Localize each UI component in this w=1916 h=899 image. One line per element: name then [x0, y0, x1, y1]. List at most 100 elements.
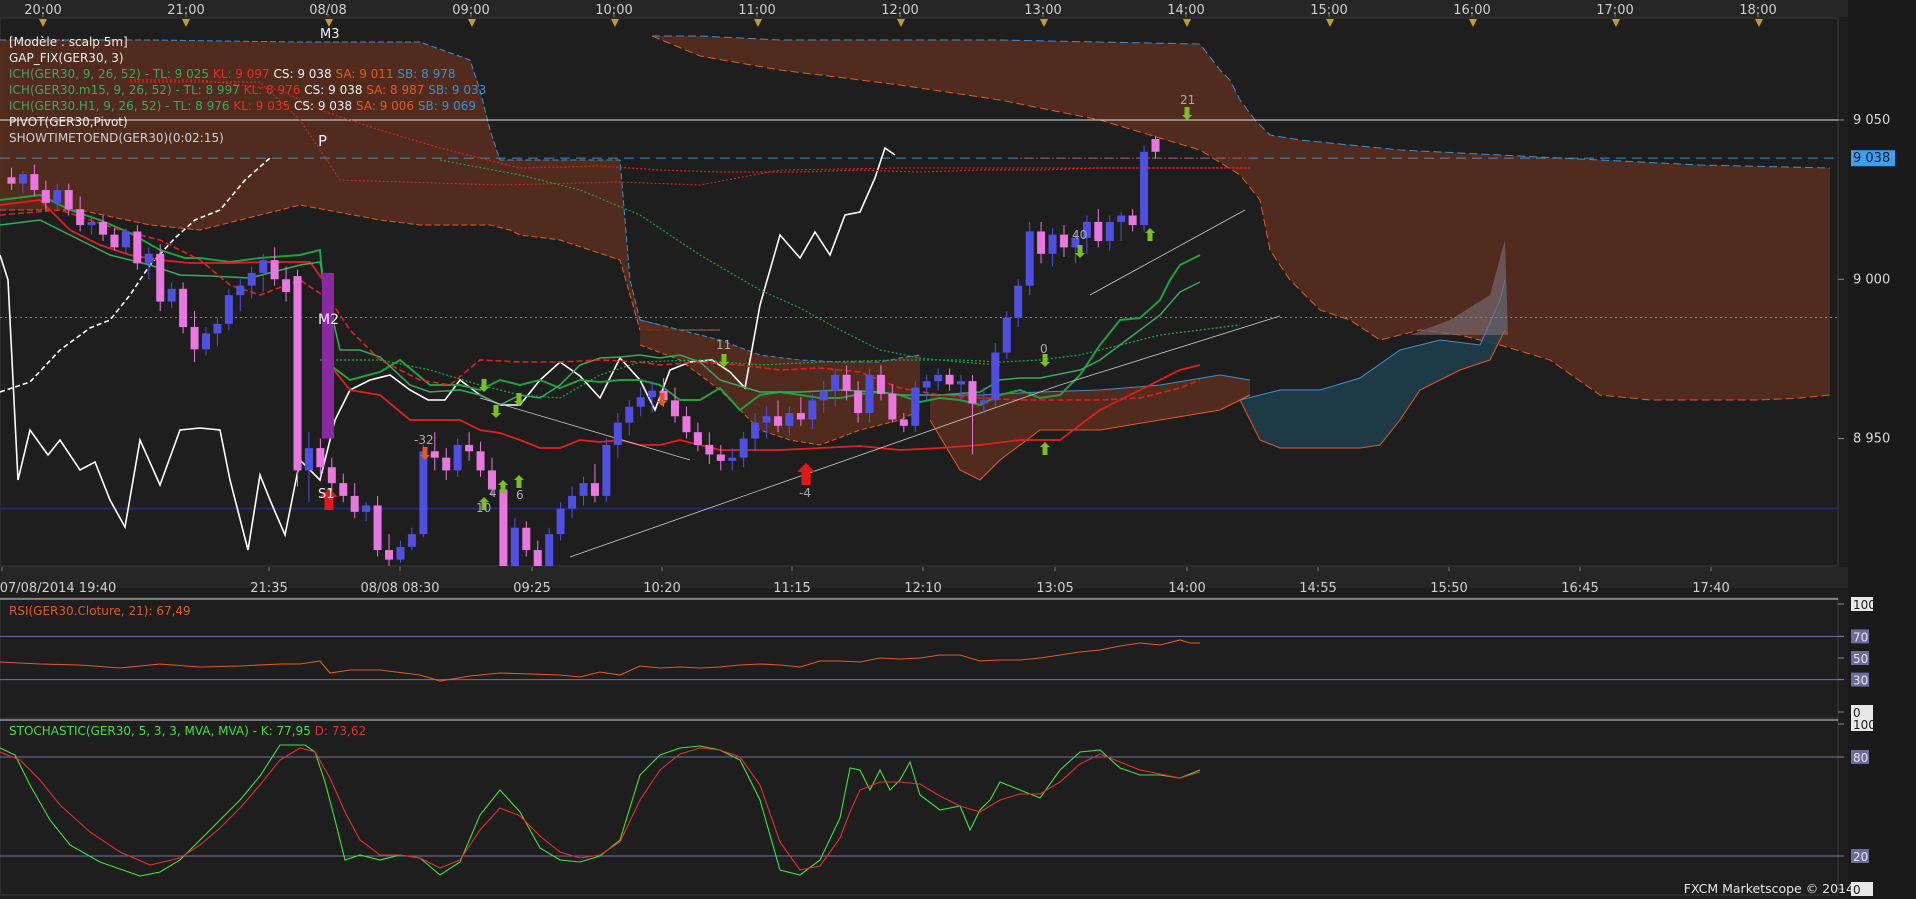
candle-body — [190, 327, 199, 350]
candle-body — [430, 451, 439, 458]
legend-ich-5m[interactable]: ICH(GER30, 9, 26, 52) - TL: 9 025 KL: 9 … — [9, 66, 486, 82]
candle-body — [854, 390, 863, 414]
bottom-axis-label: 12:10 — [904, 581, 941, 596]
stochastic-legend[interactable]: STOCHASTIC(GER30, 5, 3, 3, MVA, MVA) - K… — [9, 723, 366, 739]
chart-label: 11 — [716, 338, 731, 352]
rsi-title[interactable]: RSI(GER30.Cloture, 21): 67,49 — [9, 603, 191, 619]
rsi-level-label: 100 — [1853, 598, 1876, 612]
candle-body — [247, 272, 256, 286]
chart-label: 0 — [1040, 342, 1048, 356]
candle-body — [945, 374, 954, 385]
candle-body — [888, 393, 897, 420]
candle-body — [133, 231, 142, 264]
bottom-axis-label: 08/08 08:30 — [360, 581, 439, 596]
candle-body — [831, 374, 840, 391]
candle-body — [53, 190, 62, 203]
candle-body — [1037, 231, 1046, 254]
chart-label: 4 — [489, 486, 497, 500]
candle-body — [590, 483, 599, 496]
bottom-axis-label: 21:35 — [250, 581, 287, 596]
candle-body — [30, 174, 39, 191]
bottom-axis-label: 16:45 — [1561, 581, 1598, 596]
candle-body — [293, 276, 302, 471]
rsi-level-label: 70 — [1853, 630, 1868, 644]
chart-label: -4 — [799, 486, 811, 500]
candle-body — [716, 454, 725, 461]
candle-body — [911, 387, 920, 426]
ich5-tl: TL: 9 025 — [152, 67, 210, 81]
candle-body — [1105, 221, 1114, 242]
candle-body — [1048, 234, 1057, 254]
candle-body — [876, 374, 885, 394]
candle-body — [922, 381, 931, 388]
price-tick-label: 9 050 — [1853, 113, 1890, 128]
rsi-level-label: 50 — [1853, 652, 1868, 666]
candle-body — [304, 448, 313, 471]
price-tick-label: 9 000 — [1853, 272, 1890, 287]
candle-body — [957, 381, 966, 385]
candle-body — [842, 374, 851, 391]
candle-body — [1140, 151, 1149, 226]
candle-body — [1128, 215, 1137, 226]
candle-body — [224, 295, 233, 324]
candle-body — [385, 550, 394, 560]
candle-body — [259, 260, 268, 273]
candle-body — [991, 352, 1000, 401]
candle-body — [407, 534, 416, 547]
candle-body — [1025, 231, 1034, 286]
candle-body — [121, 231, 130, 248]
candle-body — [282, 279, 291, 292]
candle-body — [568, 495, 577, 509]
candle-body — [350, 495, 359, 512]
candle-body — [613, 422, 622, 445]
candle-body — [270, 260, 279, 280]
legend-pivot[interactable]: PIVOT(GER30,Pivot) — [9, 114, 486, 130]
bottom-axis-label: 07/08/2014 19:40 — [0, 581, 116, 596]
candle-body — [1002, 317, 1011, 353]
candle-body — [316, 448, 325, 468]
ich15-name: ICH(GER30.m15, 9, 26, 52) - — [9, 83, 180, 97]
ichh1-sa: SA: 9 006 — [356, 99, 415, 113]
legend-gap[interactable]: GAP_FIX(GER30, 3) — [9, 50, 486, 66]
candle-body — [968, 381, 977, 404]
candle-body — [1117, 215, 1126, 222]
candle-body — [7, 177, 16, 184]
candle-body — [579, 483, 588, 496]
candle-body — [865, 374, 874, 414]
candle-body — [751, 422, 760, 439]
candle-body — [728, 457, 737, 461]
legend-ich-15m[interactable]: ICH(GER30.m15, 9, 26, 52) - TL: 8 997 KL… — [9, 82, 486, 98]
candle-body — [156, 253, 165, 302]
legend-showtime[interactable]: SHOWTIMETOEND(GER30)(0:02:15) — [9, 130, 486, 146]
bottom-axis-label: 14:55 — [1299, 581, 1336, 596]
candle-body — [453, 444, 462, 471]
stoch-level-label: 20 — [1853, 850, 1868, 864]
bottom-axis-label: 14:00 — [1168, 581, 1205, 596]
ichh1-sb: SB: 9 069 — [417, 99, 476, 113]
candle-body — [465, 444, 474, 452]
candle-body — [762, 416, 771, 423]
ich5-sb: SB: 8 978 — [397, 67, 456, 81]
candle-body — [522, 527, 531, 551]
last-price-label: 9 038 — [1853, 151, 1890, 166]
candle-body — [693, 432, 702, 445]
candle-body — [556, 508, 565, 535]
candle-body — [110, 234, 119, 248]
candle-body — [1094, 221, 1103, 242]
legend-model[interactable]: [Modèle : scalp 5m] — [9, 34, 486, 50]
bottom-axis-label: 10:20 — [643, 581, 680, 596]
candle-body — [819, 390, 828, 401]
bottom-axis-label: 15:50 — [1430, 581, 1467, 596]
bottom-axis-label: 13:05 — [1036, 581, 1073, 596]
fxcm-credit: FXCM Marketscope © 2014 — [1683, 881, 1854, 896]
candle-body — [796, 413, 805, 420]
chart-label: -32 — [414, 433, 434, 447]
indicator-legend: [Modèle : scalp 5m] GAP_FIX(GER30, 3) IC… — [9, 34, 486, 146]
candle-body — [41, 190, 50, 203]
candle-body — [682, 416, 691, 433]
legend-ich-h1[interactable]: ICH(GER30.H1, 9, 26, 52) - TL: 8 976 KL:… — [9, 98, 486, 114]
candle-body — [179, 288, 188, 328]
stoch-level-label: 100 — [1853, 718, 1876, 732]
ichh1-name: ICH(GER30.H1, 9, 26, 52) - — [9, 99, 170, 113]
candle-body — [785, 413, 794, 426]
